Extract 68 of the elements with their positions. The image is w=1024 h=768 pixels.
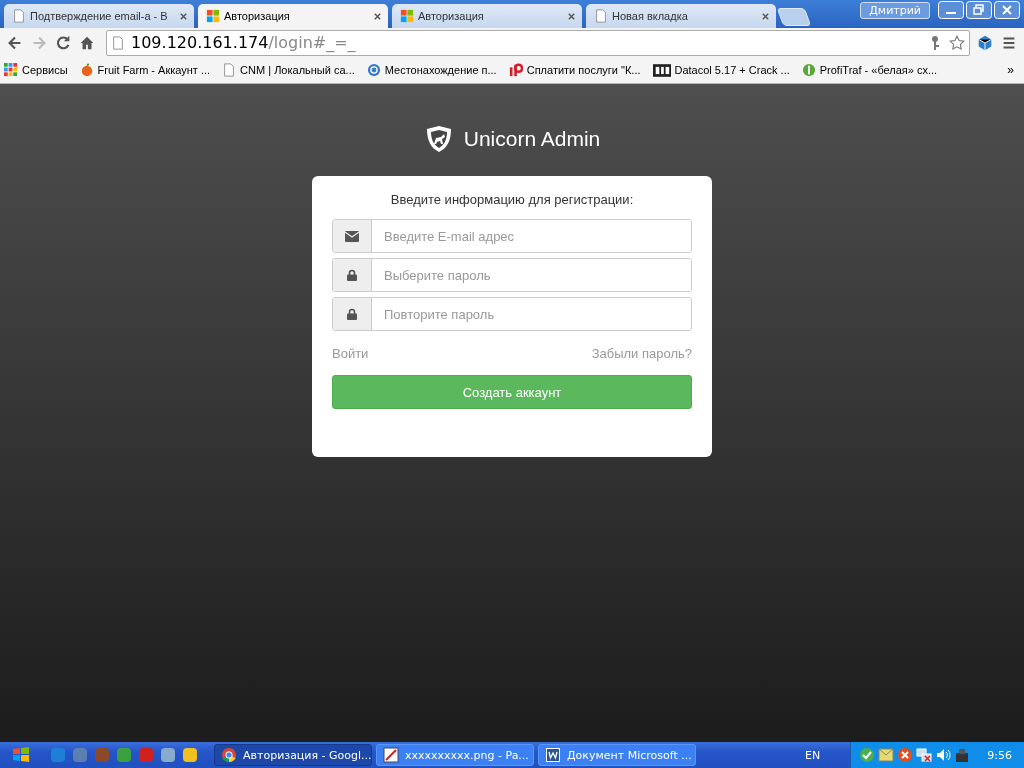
speaker-icon[interactable] — [935, 747, 952, 763]
input-field[interactable]: Повторите пароль — [332, 297, 692, 331]
tab-title: Новая вкладка — [612, 10, 689, 22]
new-tab-button[interactable] — [776, 8, 812, 26]
paint-icon — [383, 747, 399, 763]
tab-title: Авторизация — [418, 10, 485, 22]
page-icon — [222, 63, 237, 77]
taskbar-button[interactable]: xxxxxxxxxx.png - Pa... — [376, 744, 534, 766]
close-icon[interactable] — [179, 11, 188, 21]
lock-icon — [347, 308, 357, 320]
app-launcher-icon[interactable] — [182, 747, 198, 763]
taskbar-button[interactable]: Документ Microsoft ... — [538, 744, 696, 766]
browser-icon — [221, 747, 237, 763]
page-icon — [12, 9, 26, 23]
app-launcher-icon[interactable] — [160, 747, 176, 763]
tab-title: Подтверждение email-a - B — [30, 10, 169, 22]
bookmark-title: CNM | Локальный са... — [240, 64, 355, 76]
envelope-icon — [345, 230, 359, 242]
browser-tab[interactable]: Новая вкладка — [586, 4, 776, 28]
check-icon[interactable] — [859, 747, 876, 763]
cube-icon[interactable] — [976, 33, 994, 52]
bookmark-title: Сплатити послуги "К... — [526, 64, 641, 76]
close-icon[interactable] — [567, 11, 576, 21]
bookmark[interactable]: ProfiTraf - «белая» сх... — [801, 63, 938, 77]
squares-icon — [400, 9, 414, 23]
input-field[interactable]: Выберите пароль — [332, 258, 692, 292]
taskbar-button[interactable]: Авторизация - Googl... — [214, 744, 372, 766]
envelope-icon[interactable] — [878, 747, 895, 763]
windows-flag-icon — [11, 745, 31, 765]
browser-tab[interactable]: Авторизация — [392, 4, 582, 28]
bookmark[interactable]: Сервисы — [4, 63, 68, 77]
bookmark[interactable]: Datacol 5.17 + Crack ... — [652, 63, 790, 77]
close-icon[interactable] — [373, 11, 382, 21]
bookmark-title: ProfiTraf - «белая» сх... — [819, 64, 938, 76]
input-field[interactable]: Введите E-mail адрес — [332, 219, 692, 253]
minimize-icon[interactable] — [938, 1, 964, 19]
restore-icon[interactable] — [966, 1, 992, 19]
page-icon — [594, 9, 608, 23]
url-path: /login#_=_ — [268, 33, 356, 52]
blocked-icon[interactable] — [897, 747, 914, 763]
browser-tab[interactable]: Подтверждение email-a - B — [4, 4, 194, 28]
bookmark[interactable]: CNM | Локальный са... — [222, 63, 355, 77]
squares-icon — [206, 9, 220, 23]
bookmark-title: Fruit Farm - Аккаунт ... — [97, 64, 211, 76]
app-launcher-icon[interactable] — [116, 747, 132, 763]
bookmark[interactable]: Fruit Farm - Аккаунт ... — [79, 63, 211, 77]
clock: 9:56 — [987, 748, 1012, 762]
lock-icon — [347, 269, 357, 281]
bookmark[interactable]: Местонахождение п... — [366, 63, 497, 77]
form-heading: Введите информацию для регистрации: — [389, 192, 635, 207]
close-icon[interactable] — [761, 11, 770, 21]
tab-title: Авторизация — [224, 10, 291, 22]
bookmark-title: Datacol 5.17 + Crack ... — [674, 64, 790, 76]
bookmark-title: Местонахождение п... — [384, 64, 497, 76]
more-bookmarks-button[interactable]: » — [1007, 63, 1020, 77]
document-icon — [545, 747, 561, 763]
apps-grid-icon — [4, 63, 18, 77]
url-host: 109.120.161.174 — [131, 33, 269, 52]
brand-title: Unicorn Admin — [463, 127, 601, 151]
network-icon[interactable] — [916, 747, 933, 763]
bookmark[interactable]: Сплатити послуги "К... — [508, 63, 641, 77]
language-indicator[interactable]: EN — [805, 748, 821, 762]
reload-icon[interactable] — [54, 33, 72, 52]
page-icon — [111, 35, 125, 50]
browser-tab[interactable]: Авторизация — [198, 4, 388, 28]
star-icon[interactable] — [949, 34, 965, 51]
bookmark-title: Сервисы — [22, 64, 68, 76]
address-bar[interactable]: 109.120.161.174/login#_=_ — [106, 29, 970, 56]
